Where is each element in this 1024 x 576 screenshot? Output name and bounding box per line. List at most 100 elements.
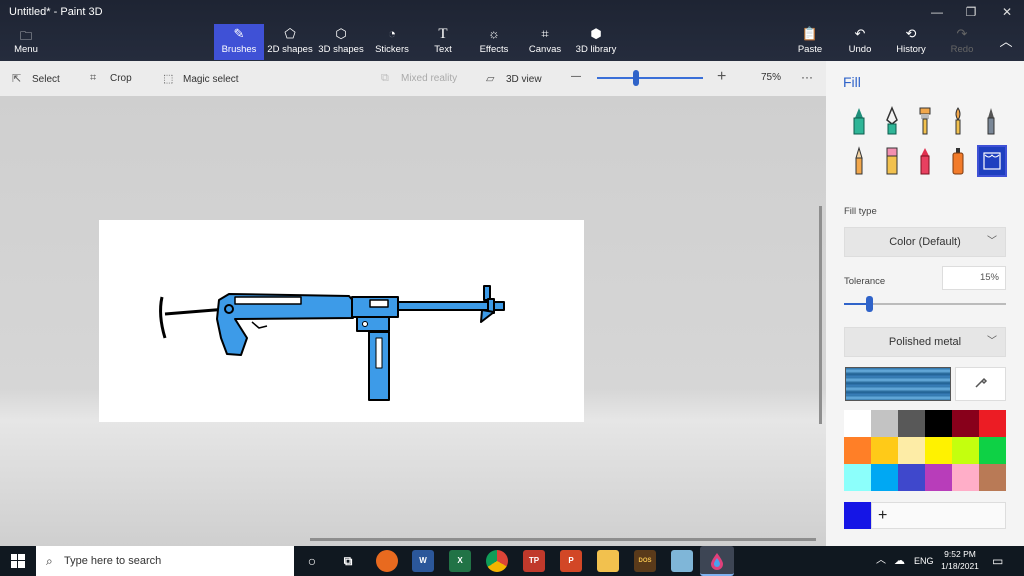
- view-3d-button[interactable]: ▱ 3D view: [486, 72, 542, 85]
- color-swatch[interactable]: [979, 437, 1006, 464]
- tab-text[interactable]: T Text: [424, 24, 462, 60]
- color-swatch[interactable]: [952, 410, 979, 437]
- firefox-icon[interactable]: [376, 550, 398, 572]
- history-icon: ⟲: [905, 26, 917, 41]
- color-swatch[interactable]: [871, 464, 898, 491]
- chrome-icon[interactable]: [486, 550, 508, 572]
- select-button[interactable]: ⇱ Select: [12, 72, 60, 85]
- fill-type-value: Color (Default): [889, 236, 961, 248]
- color-swatch[interactable]: [979, 410, 1006, 437]
- tp-app-icon[interactable]: TP: [523, 550, 545, 572]
- powerpoint-icon[interactable]: P: [560, 550, 582, 572]
- current-color-swatch[interactable]: [844, 502, 871, 529]
- excel-icon[interactable]: X: [449, 550, 471, 572]
- fill-bucket-icon[interactable]: [977, 145, 1007, 177]
- drawing-canvas[interactable]: [99, 220, 584, 422]
- cortana-icon[interactable]: ○: [301, 550, 323, 572]
- color-swatch[interactable]: [898, 464, 925, 491]
- watercolor-icon[interactable]: [946, 106, 970, 136]
- pencil-icon[interactable]: [847, 146, 871, 176]
- cloud-icon[interactable]: ☁: [894, 546, 905, 576]
- mixed-reality-button[interactable]: ⧉ Mixed reality: [381, 72, 457, 85]
- zoom-slider-track[interactable]: [597, 77, 703, 79]
- color-swatch[interactable]: [979, 464, 1006, 491]
- crop-label: Crop: [110, 73, 132, 84]
- color-swatch[interactable]: [844, 437, 871, 464]
- tab-3d-library[interactable]: ⬢ 3D library: [574, 24, 618, 60]
- chevron-up-icon: ︿: [999, 34, 1013, 49]
- windows-start-icon[interactable]: [0, 546, 36, 576]
- close-icon[interactable]: ✕: [990, 3, 1024, 21]
- calligraphy-pen-icon[interactable]: [880, 106, 904, 136]
- marker-icon[interactable]: [847, 106, 871, 136]
- eraser-icon[interactable]: [880, 146, 904, 176]
- minimize-icon[interactable]: —: [920, 3, 954, 21]
- material-texture-preview[interactable]: [845, 367, 951, 401]
- color-swatch[interactable]: [898, 410, 925, 437]
- tolerance-input[interactable]: 15%: [942, 266, 1006, 290]
- language-indicator[interactable]: ENG: [914, 546, 934, 576]
- color-swatch[interactable]: [871, 437, 898, 464]
- menu-button[interactable]: 🗀 Menu: [6, 28, 46, 58]
- tab-effects[interactable]: ☼ Effects: [474, 24, 514, 60]
- zoom-out-button[interactable]: —: [571, 71, 581, 82]
- color-swatch[interactable]: [952, 464, 979, 491]
- tab-3d-shapes[interactable]: ⬡ 3D shapes: [318, 24, 364, 60]
- brush-icon: ✎: [233, 26, 245, 41]
- folder-icon: 🗀: [19, 29, 32, 43]
- tab-label: Text: [434, 44, 452, 55]
- tab-2d-shapes[interactable]: ⬠ 2D shapes: [267, 24, 313, 60]
- paste-button[interactable]: 📋 Paste: [794, 24, 826, 60]
- pixel-pen-icon[interactable]: [979, 106, 1003, 136]
- maximize-icon[interactable]: ❐: [954, 3, 988, 21]
- tab-canvas[interactable]: ⌗ Canvas: [526, 24, 564, 60]
- color-swatch[interactable]: [844, 464, 871, 491]
- add-color-button[interactable]: +: [871, 502, 1006, 529]
- menu-label: Menu: [14, 44, 38, 55]
- color-swatch[interactable]: [871, 410, 898, 437]
- notes-icon[interactable]: [671, 550, 693, 572]
- history-label: History: [896, 44, 926, 55]
- spray-can-icon[interactable]: [946, 146, 970, 176]
- material-dropdown[interactable]: Polished metal ﹀: [844, 327, 1006, 357]
- dosbox-icon[interactable]: DOS: [634, 550, 656, 572]
- more-options-button[interactable]: ···: [801, 70, 813, 84]
- color-swatch[interactable]: [952, 437, 979, 464]
- color-swatch[interactable]: [925, 464, 952, 491]
- mixed-reality-label: Mixed reality: [401, 73, 458, 84]
- vertical-scrollbar[interactable]: [819, 206, 822, 424]
- undo-icon: ↶: [854, 26, 866, 41]
- taskbar-clock[interactable]: 9:52 PM 1/18/2021: [936, 548, 984, 572]
- crayon-icon[interactable]: [913, 146, 937, 176]
- sticker-icon: ◔: [388, 26, 396, 41]
- task-view-icon[interactable]: ⧉: [337, 550, 359, 572]
- crop-button[interactable]: ⌗ Crop: [90, 72, 132, 85]
- color-swatch[interactable]: [925, 437, 952, 464]
- oil-brush-icon[interactable]: [913, 106, 937, 136]
- color-swatch[interactable]: [898, 437, 925, 464]
- undo-button[interactable]: ↶ Undo: [845, 24, 875, 60]
- zoom-value[interactable]: 75%: [761, 72, 781, 83]
- taskbar-search-input[interactable]: ⌕ Type here to search: [36, 546, 294, 576]
- cube-icon: ⬡: [335, 26, 347, 41]
- tolerance-slider-thumb[interactable]: [866, 296, 873, 312]
- history-button[interactable]: ⟲ History: [894, 24, 928, 60]
- magic-select-button[interactable]: ⬚ Magic select: [163, 72, 239, 85]
- paint3d-icon[interactable]: [700, 546, 734, 576]
- cursor-icon: ⇱: [12, 73, 22, 85]
- fill-type-dropdown[interactable]: Color (Default) ﹀: [844, 227, 1006, 257]
- zoom-in-button[interactable]: +: [717, 68, 726, 86]
- tab-brushes[interactable]: ✎ Brushes: [214, 24, 264, 60]
- color-swatch[interactable]: [925, 410, 952, 437]
- color-swatch[interactable]: [844, 410, 871, 437]
- horizontal-scrollbar[interactable]: [310, 538, 816, 541]
- paste-label: Paste: [797, 44, 823, 55]
- file-explorer-icon[interactable]: [597, 550, 619, 572]
- chevron-up-icon[interactable]: ︿: [876, 546, 886, 576]
- eyedropper-icon[interactable]: [955, 367, 1006, 401]
- redo-button[interactable]: ↷ Redo: [947, 24, 977, 60]
- tab-stickers[interactable]: ◔ Stickers: [370, 24, 414, 60]
- zoom-slider-thumb[interactable]: [633, 70, 639, 86]
- notification-icon[interactable]: ▭: [992, 546, 1003, 576]
- word-icon[interactable]: W: [412, 550, 434, 572]
